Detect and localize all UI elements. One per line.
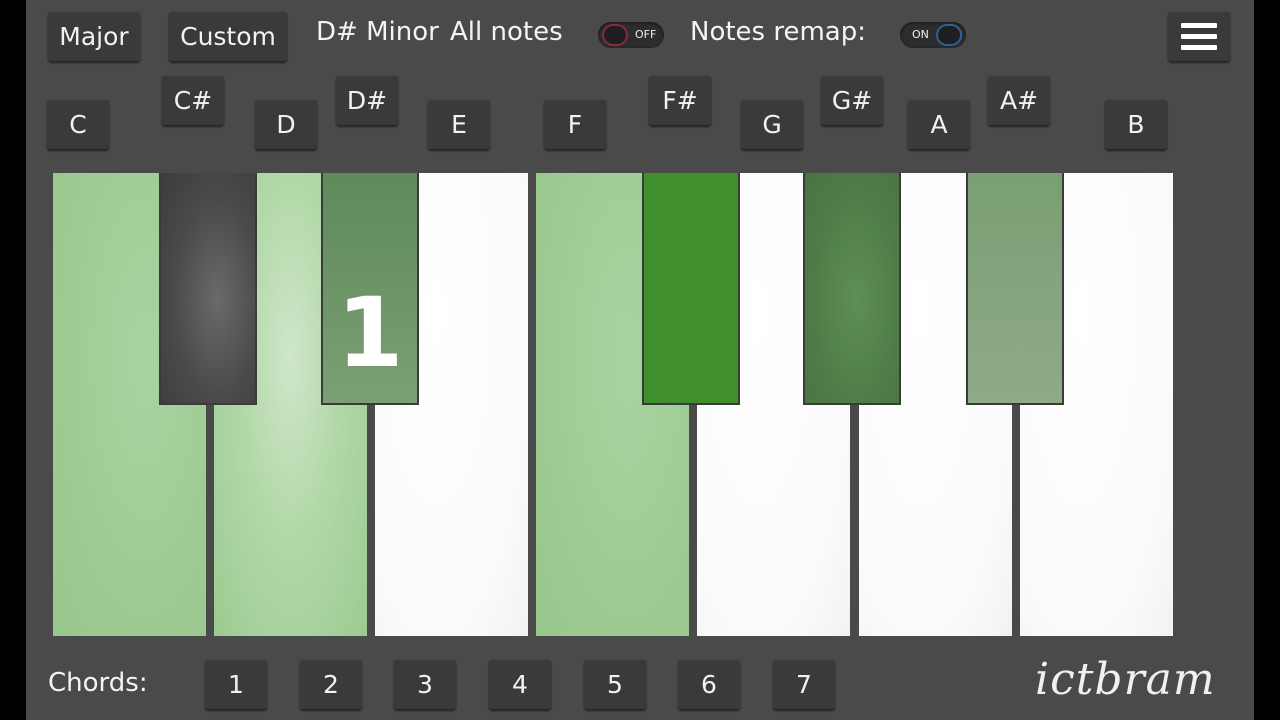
note-button-e[interactable]: E xyxy=(428,99,490,149)
black-key-a-sharp[interactable] xyxy=(966,173,1064,405)
toggle-knob xyxy=(936,24,962,46)
chords-label: Chords: xyxy=(48,668,148,698)
toggle-knob xyxy=(602,24,628,46)
key-number-label: 1 xyxy=(336,277,404,389)
note-button-f-sharp[interactable]: F# xyxy=(649,75,711,125)
note-button-f[interactable]: F xyxy=(544,99,606,149)
toggle-state-text: OFF xyxy=(635,28,657,41)
note-button-c[interactable]: C xyxy=(47,99,109,149)
watermark-text: ictbram xyxy=(1035,654,1216,705)
note-button-b[interactable]: B xyxy=(1105,99,1167,149)
all-notes-label: All notes xyxy=(450,17,563,47)
chord-button-4[interactable]: 4 xyxy=(489,659,551,709)
chord-button-3[interactable]: 3 xyxy=(394,659,456,709)
toggle-state-text: ON xyxy=(912,28,929,41)
black-key-f-sharp[interactable] xyxy=(642,173,740,405)
menu-bar xyxy=(1181,33,1217,39)
piano-keyboard: 1 xyxy=(53,173,1173,636)
chord-button-5[interactable]: 5 xyxy=(584,659,646,709)
black-key-c-sharp[interactable] xyxy=(159,173,257,405)
major-button[interactable]: Major xyxy=(48,11,140,61)
black-key-d-sharp[interactable]: 1 xyxy=(321,173,419,405)
notes-remap-toggle[interactable]: ON xyxy=(900,22,966,48)
black-key-g-sharp[interactable] xyxy=(803,173,901,405)
menu-bar xyxy=(1181,44,1217,50)
app-window: Major Custom D# Minor All notes OFF Note… xyxy=(26,0,1254,720)
note-button-d[interactable]: D xyxy=(255,99,317,149)
all-notes-toggle[interactable]: OFF xyxy=(598,22,664,48)
note-button-g-sharp[interactable]: G# xyxy=(821,75,883,125)
note-button-a[interactable]: A xyxy=(908,99,970,149)
note-button-c-sharp[interactable]: C# xyxy=(162,75,224,125)
note-button-a-sharp[interactable]: A# xyxy=(988,75,1050,125)
menu-bar xyxy=(1181,22,1217,28)
chord-button-1[interactable]: 1 xyxy=(205,659,267,709)
hamburger-menu-icon[interactable] xyxy=(1168,11,1230,61)
notes-remap-label: Notes remap: xyxy=(690,17,866,47)
chord-button-6[interactable]: 6 xyxy=(678,659,740,709)
chord-button-2[interactable]: 2 xyxy=(300,659,362,709)
chord-button-7[interactable]: 7 xyxy=(773,659,835,709)
custom-button[interactable]: Custom xyxy=(169,11,287,61)
scale-name: D# Minor xyxy=(316,17,439,47)
note-button-g[interactable]: G xyxy=(741,99,803,149)
note-button-d-sharp[interactable]: D# xyxy=(336,75,398,125)
